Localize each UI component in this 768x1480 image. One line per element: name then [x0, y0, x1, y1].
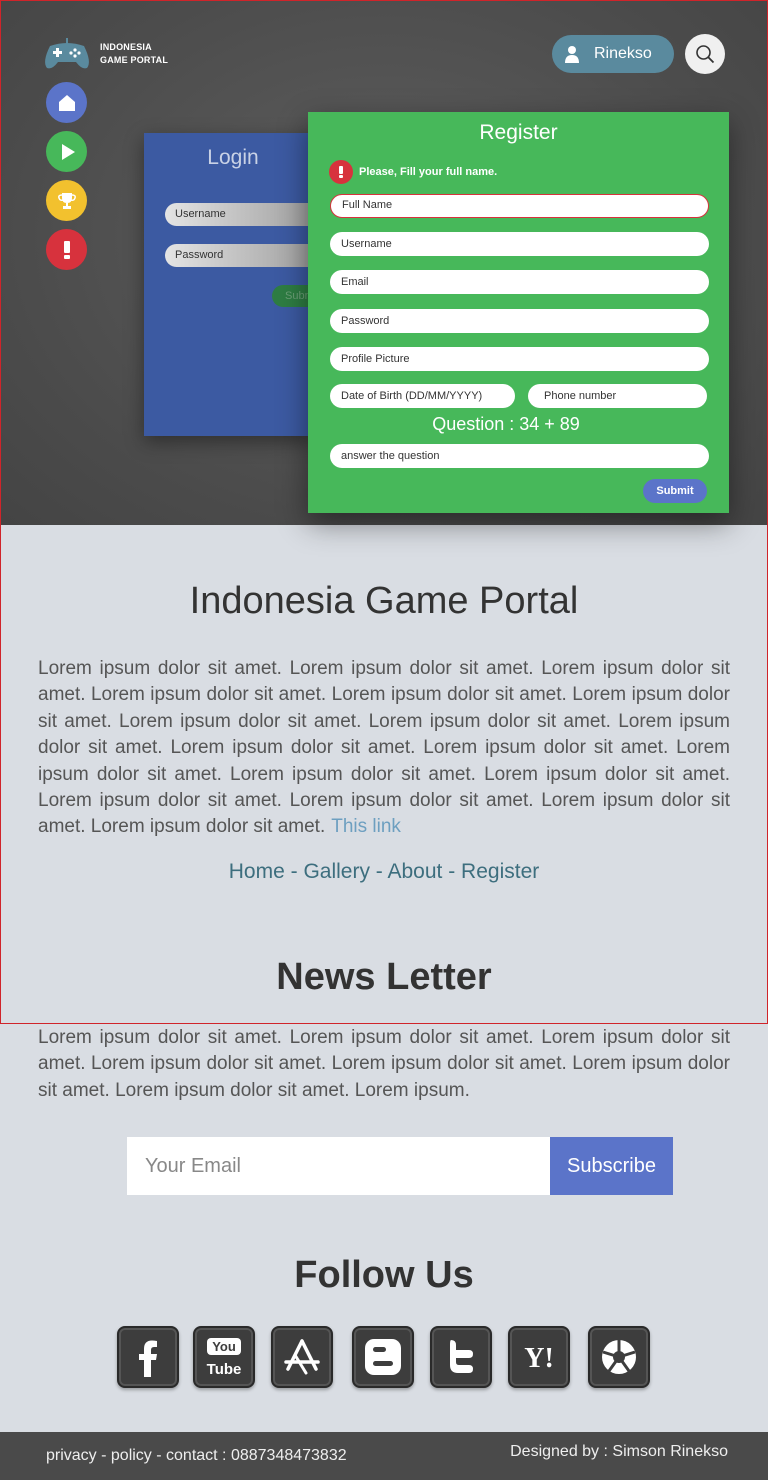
site-title: Indonesia Game Portal: [189, 580, 579, 622]
yahoo-text: Y!: [524, 1343, 554, 1374]
logo-line-2: GAME PORTAL: [100, 55, 169, 65]
nav-links: Home - Gallery - About - Register: [0, 860, 768, 884]
newsletter-email-input[interactable]: [127, 1137, 550, 1195]
follow-title: Follow Us: [294, 1254, 474, 1296]
side-nav: [46, 82, 87, 278]
site-logo[interactable]: INDONESIA GAME PORTAL: [42, 38, 168, 70]
login-password-input[interactable]: Password: [165, 244, 314, 267]
gamepad-icon: [45, 38, 89, 69]
user-menu-button[interactable]: Rinekso: [552, 35, 674, 73]
captcha-question: Question : 34 + 89: [432, 414, 580, 434]
phone-input[interactable]: Phone number: [528, 384, 707, 408]
this-link[interactable]: This link: [331, 816, 401, 837]
youtube-text-2: Tube: [207, 1361, 242, 1378]
nav-separator: -: [284, 860, 304, 883]
email-input-register[interactable]: Email: [330, 270, 709, 294]
nav-link-home[interactable]: Home: [229, 860, 285, 883]
footer-links[interactable]: privacy - policy - contact : 08873484738…: [46, 1447, 347, 1465]
password-input[interactable]: Password: [330, 309, 709, 333]
intro-paragraph: Lorem ipsum dolor sit amet. Lorem ipsum …: [38, 656, 730, 841]
alert-button[interactable]: [46, 229, 87, 270]
search-button[interactable]: [685, 34, 725, 74]
hero-section: INDONESIA GAME PORTAL Rinekso Login User…: [0, 0, 768, 525]
facebook-button[interactable]: [117, 1326, 179, 1388]
nav-separator: -: [442, 860, 462, 883]
footer-credit: Designed by : Simson Rinekso: [510, 1443, 728, 1460]
logo-line-1: INDONESIA: [100, 42, 152, 52]
picasa-icon: [602, 1340, 636, 1374]
error-text: Please, Fill your full name.: [359, 166, 498, 178]
trophy-button[interactable]: [46, 180, 87, 221]
logo-text: INDONESIA GAME PORTAL: [100, 41, 168, 67]
subscribe-button[interactable]: Subscribe: [550, 1137, 673, 1195]
intro-text: Lorem ipsum dolor sit amet. Lorem ipsum …: [38, 658, 730, 838]
blogger-button[interactable]: [352, 1326, 414, 1388]
home-icon: [58, 94, 75, 111]
yahoo-icon: Y!: [524, 1343, 554, 1374]
facebook-icon: [139, 1340, 157, 1377]
nav-link-register[interactable]: Register: [461, 860, 539, 883]
register-title: Register: [479, 121, 558, 144]
picasa-button[interactable]: [588, 1326, 650, 1388]
captcha-answer-input[interactable]: answer the question: [330, 444, 709, 468]
play-button[interactable]: [46, 131, 87, 172]
footer-bar: privacy - policy - contact : 08873484738…: [0, 1432, 768, 1480]
home-button[interactable]: [46, 82, 87, 123]
username-input[interactable]: Username: [330, 232, 709, 256]
newsletter-text: Lorem ipsum dolor sit amet. Lorem ipsum …: [38, 1027, 730, 1101]
nav-link-gallery[interactable]: Gallery: [303, 860, 370, 883]
register-submit-button[interactable]: Submit: [643, 479, 707, 503]
error-icon: [329, 160, 353, 184]
youtube-button[interactable]: You Tube: [193, 1326, 255, 1388]
alert-icon: [63, 240, 70, 259]
login-title: Login: [207, 146, 259, 169]
register-card: Register Please, Fill your full name. Fu…: [308, 112, 729, 513]
full-name-input[interactable]: Full Name: [330, 194, 709, 218]
nav-separator: -: [369, 860, 388, 883]
twitter-button[interactable]: [430, 1326, 492, 1388]
search-icon: [696, 45, 715, 64]
user-icon: [565, 46, 579, 63]
app-store-button[interactable]: [271, 1326, 333, 1388]
newsletter-title: News Letter: [276, 956, 492, 998]
youtube-icon: You Tube: [207, 1338, 242, 1378]
app-store-icon: [284, 1339, 320, 1375]
dob-input[interactable]: Date of Birth (DD/MM/YYYY): [330, 384, 515, 408]
twitter-icon: [450, 1340, 473, 1373]
register-error-message: Please, Fill your full name.: [329, 160, 497, 184]
profile-picture-input[interactable]: Profile Picture: [330, 347, 709, 371]
blogger-icon: [365, 1339, 401, 1375]
login-username-input[interactable]: Username: [165, 203, 314, 226]
play-icon: [61, 143, 75, 160]
user-name: Rinekso: [594, 45, 652, 62]
trophy-icon: [57, 192, 76, 209]
login-card: Login Username Password Submit: [144, 133, 314, 436]
yahoo-button[interactable]: Y!: [508, 1326, 570, 1388]
youtube-text-1: You: [212, 1339, 236, 1354]
nav-link-about[interactable]: About: [387, 860, 442, 883]
